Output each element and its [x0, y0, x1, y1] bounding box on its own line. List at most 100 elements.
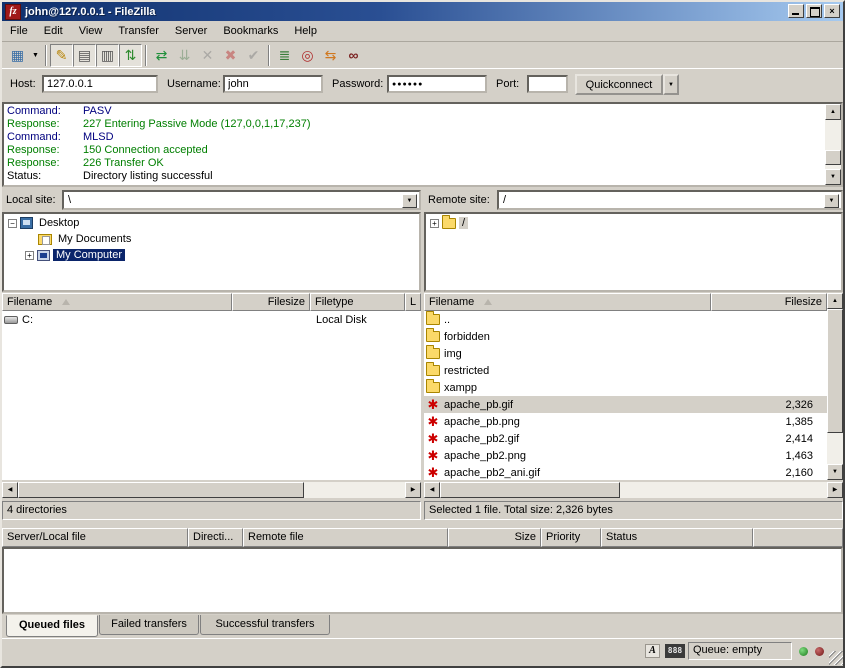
log-scrollbar[interactable]: ▲ ▼	[825, 104, 841, 185]
chevron-down-icon[interactable]: ▼	[824, 194, 839, 208]
password-input[interactable]	[387, 75, 487, 93]
file-row-apache-pb-png[interactable]: ✱apache_pb.png1,385	[424, 413, 827, 430]
scroll-thumb[interactable]	[440, 482, 620, 498]
toggle-remote-tree-button[interactable]: ▥	[96, 44, 119, 67]
column-header-last-modified[interactable]: L	[405, 293, 421, 311]
expand-icon[interactable]: +	[25, 251, 34, 260]
sync-browsing-button[interactable]: ⇆	[319, 44, 342, 67]
scroll-up-icon[interactable]: ▲	[827, 293, 843, 309]
collapse-icon[interactable]: −	[8, 219, 17, 228]
column-header-filename[interactable]: Filename	[2, 293, 232, 311]
menu-item-view[interactable]: View	[71, 23, 111, 39]
scroll-thumb[interactable]	[18, 482, 304, 498]
quickconnect-bar: Host: Username: Password: Port: Quickcon…	[2, 69, 843, 101]
disconnect-button[interactable]: ✖	[219, 44, 242, 67]
password-label: Password:	[332, 78, 383, 90]
scroll-left-icon[interactable]: ◀	[2, 482, 18, 498]
log-line: Response:227 Entering Passive Mode (127,…	[4, 118, 825, 131]
scroll-up-icon[interactable]: ▲	[825, 104, 841, 120]
sync-browsing-icon: ⇆	[325, 47, 337, 64]
site-manager-button[interactable]: ▦	[6, 44, 29, 67]
find-files-button[interactable]: ∞	[342, 44, 365, 67]
filter-icon: ≣	[279, 47, 291, 64]
menu-item-file[interactable]: File	[2, 23, 36, 39]
quickconnect-dropdown[interactable]: ▼	[663, 74, 679, 95]
tab-failed-transfers[interactable]: Failed transfers	[99, 615, 199, 635]
remote-site-combo[interactable]: / ▼	[497, 190, 843, 210]
toggle-log-button[interactable]: ✎	[50, 44, 73, 67]
maximize-icon	[810, 7, 820, 17]
port-input[interactable]	[527, 75, 568, 93]
maximize-button[interactable]	[806, 4, 822, 18]
tree-item-my-documents[interactable]: My Documents	[4, 231, 419, 247]
menu-item-transfer[interactable]: Transfer	[110, 23, 167, 39]
remote-vscrollbar[interactable]: ▲ ▼	[827, 293, 843, 480]
red-led-icon	[815, 647, 824, 656]
queue-list[interactable]	[2, 547, 843, 614]
file-row-apache-pb2-ani-gif[interactable]: ✱apache_pb2_ani.gif2,160	[424, 464, 827, 480]
compare-icon: ◎	[301, 47, 313, 64]
menu-item-bookmarks[interactable]: Bookmarks	[215, 23, 286, 39]
file-row-img[interactable]: img	[424, 345, 827, 362]
column-header-size[interactable]: Size	[448, 528, 541, 547]
column-header-remote-file[interactable]: Remote file	[243, 528, 448, 547]
scroll-thumb[interactable]	[827, 309, 843, 433]
file-row-parent[interactable]: ..	[424, 311, 827, 328]
drive-icon	[4, 316, 18, 324]
file-row-c-drive[interactable]: C: Local Disk	[2, 311, 421, 328]
cancel-button[interactable]: ✕	[196, 44, 219, 67]
filter-button[interactable]: ≣	[273, 44, 296, 67]
tab-queued-files[interactable]: Queued files	[6, 615, 98, 637]
minimize-button[interactable]	[788, 4, 804, 18]
site-manager-dropdown[interactable]: ▼	[29, 44, 42, 67]
column-header-direction[interactable]: Directi...	[188, 528, 243, 547]
remote-hscrollbar[interactable]: ◀ ▶	[424, 482, 843, 498]
local-hscrollbar[interactable]: ◀ ▶	[2, 482, 421, 498]
column-header-priority[interactable]: Priority	[541, 528, 601, 547]
scroll-down-icon[interactable]: ▼	[825, 169, 841, 185]
chevron-down-icon[interactable]: ▼	[402, 194, 417, 208]
file-row-restricted[interactable]: restricted	[424, 362, 827, 379]
tree-item-root[interactable]: + /	[426, 215, 841, 231]
tree-item-desktop[interactable]: − Desktop	[4, 215, 419, 231]
column-header-filename[interactable]: Filename	[424, 293, 711, 311]
scroll-right-icon[interactable]: ▶	[827, 482, 843, 498]
process-queue-button[interactable]: ⇊	[173, 44, 196, 67]
transfer-type-indicator[interactable]: A	[645, 644, 660, 658]
file-row-apache-pb2-gif[interactable]: ✱apache_pb2.gif2,414	[424, 430, 827, 447]
tab-successful-transfers[interactable]: Successful transfers	[200, 615, 330, 635]
tree-item-my-computer[interactable]: + My Computer	[4, 247, 419, 263]
column-header-filetype[interactable]: Filetype	[310, 293, 405, 311]
local-site-combo[interactable]: \ ▼	[62, 190, 421, 210]
host-input[interactable]	[42, 75, 158, 93]
folder-icon	[426, 314, 440, 325]
close-button[interactable]: ×	[824, 4, 840, 18]
scroll-left-icon[interactable]: ◀	[424, 482, 440, 498]
resize-grip[interactable]	[829, 651, 843, 665]
refresh-button[interactable]: ⇄	[150, 44, 173, 67]
menu-item-server[interactable]: Server	[167, 23, 215, 39]
file-row-forbidden[interactable]: forbidden	[424, 328, 827, 345]
expand-icon[interactable]: +	[430, 219, 439, 228]
username-input[interactable]	[223, 75, 323, 93]
menu-item-edit[interactable]: Edit	[36, 23, 71, 39]
compare-button[interactable]: ◎	[296, 44, 319, 67]
file-row-xampp[interactable]: xampp	[424, 379, 827, 396]
file-row-apache-pb-gif[interactable]: ✱apache_pb.gif2,326	[424, 396, 827, 413]
column-header-server-local-file[interactable]: Server/Local file	[2, 528, 188, 547]
menu-item-help[interactable]: Help	[286, 23, 325, 39]
verify-button[interactable]: ✔	[242, 44, 265, 67]
image-file-icon: ✱	[426, 398, 440, 411]
column-header-filesize[interactable]: Filesize	[232, 293, 310, 311]
scroll-down-icon[interactable]: ▼	[827, 464, 843, 480]
file-row-apache-pb2-png[interactable]: ✱apache_pb2.png1,463	[424, 447, 827, 464]
my-computer-icon	[37, 250, 50, 261]
speed-limit-indicator[interactable]: 888	[665, 644, 685, 658]
toggle-local-tree-button[interactable]: ▤	[73, 44, 96, 67]
toggle-queue-button[interactable]: ⇅	[119, 44, 142, 67]
column-header-filesize[interactable]: Filesize	[711, 293, 827, 311]
scroll-right-icon[interactable]: ▶	[405, 482, 421, 498]
scroll-thumb[interactable]	[825, 150, 841, 165]
column-header-status[interactable]: Status	[601, 528, 753, 547]
quickconnect-button[interactable]: Quickconnect	[575, 74, 663, 95]
